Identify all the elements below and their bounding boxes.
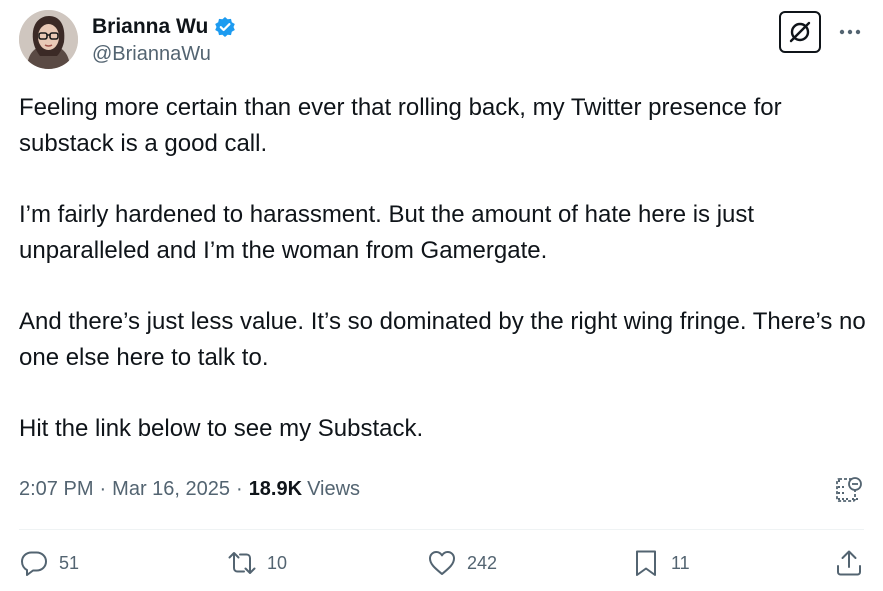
handle[interactable]: @BriannaWu bbox=[92, 43, 236, 66]
tweet-paragraph: Hit the link below to see my Substack. bbox=[19, 415, 424, 442]
reply-icon bbox=[21, 551, 47, 576]
views-label: Views bbox=[307, 478, 361, 500]
meta-separator: · bbox=[236, 478, 243, 500]
share-button[interactable] bbox=[834, 548, 864, 578]
divider bbox=[19, 529, 864, 530]
repost-icon bbox=[228, 552, 256, 574]
reply-button[interactable]: 51 bbox=[19, 548, 79, 578]
tweet-date[interactable]: Mar 16, 2025 bbox=[112, 478, 230, 501]
analytics-button[interactable] bbox=[834, 475, 864, 505]
more-dots-icon bbox=[839, 29, 861, 35]
bookmark-count: 11 bbox=[671, 552, 690, 573]
like-count: 242 bbox=[467, 552, 498, 573]
author-info: Brianna Wu @BriannaWu bbox=[92, 15, 236, 66]
bookmark-icon bbox=[636, 550, 656, 576]
avatar[interactable] bbox=[19, 10, 78, 69]
share-icon bbox=[837, 550, 861, 576]
more-button[interactable] bbox=[837, 19, 863, 45]
tweet-text: Feeling more certain than ever that roll… bbox=[19, 90, 869, 447]
tweet-paragraph: I’m fairly hardened to harassment. But t… bbox=[19, 201, 755, 264]
tweet-time[interactable]: 2:07 PM bbox=[19, 478, 93, 501]
tweet-header: Brianna Wu @BriannaWu bbox=[19, 10, 863, 74]
avatar-image bbox=[19, 10, 78, 69]
meta-separator: · bbox=[99, 478, 107, 500]
analytics-icon bbox=[836, 477, 862, 502]
repost-count: 10 bbox=[267, 552, 288, 573]
like-button[interactable]: 242 bbox=[427, 548, 497, 578]
verified-badge-icon bbox=[214, 16, 236, 38]
grok-icon bbox=[789, 21, 811, 43]
action-bar: 51 10 242 11 bbox=[19, 548, 864, 588]
tweet-meta: 2:07 PM · Mar 16, 2025 · 18.9K Views bbox=[19, 478, 360, 501]
bookmark-button[interactable]: 11 bbox=[631, 548, 690, 578]
tweet-paragraph: Feeling more certain than ever that roll… bbox=[19, 94, 782, 157]
views-count: 18.9K bbox=[248, 478, 303, 500]
heart-icon bbox=[429, 551, 455, 575]
tweet-paragraph: And there’s just less value. It’s so dom… bbox=[19, 308, 866, 371]
grok-button[interactable] bbox=[779, 11, 821, 53]
display-name[interactable]: Brianna Wu bbox=[92, 15, 208, 39]
repost-button[interactable]: 10 bbox=[227, 548, 287, 578]
reply-count: 51 bbox=[59, 552, 80, 573]
